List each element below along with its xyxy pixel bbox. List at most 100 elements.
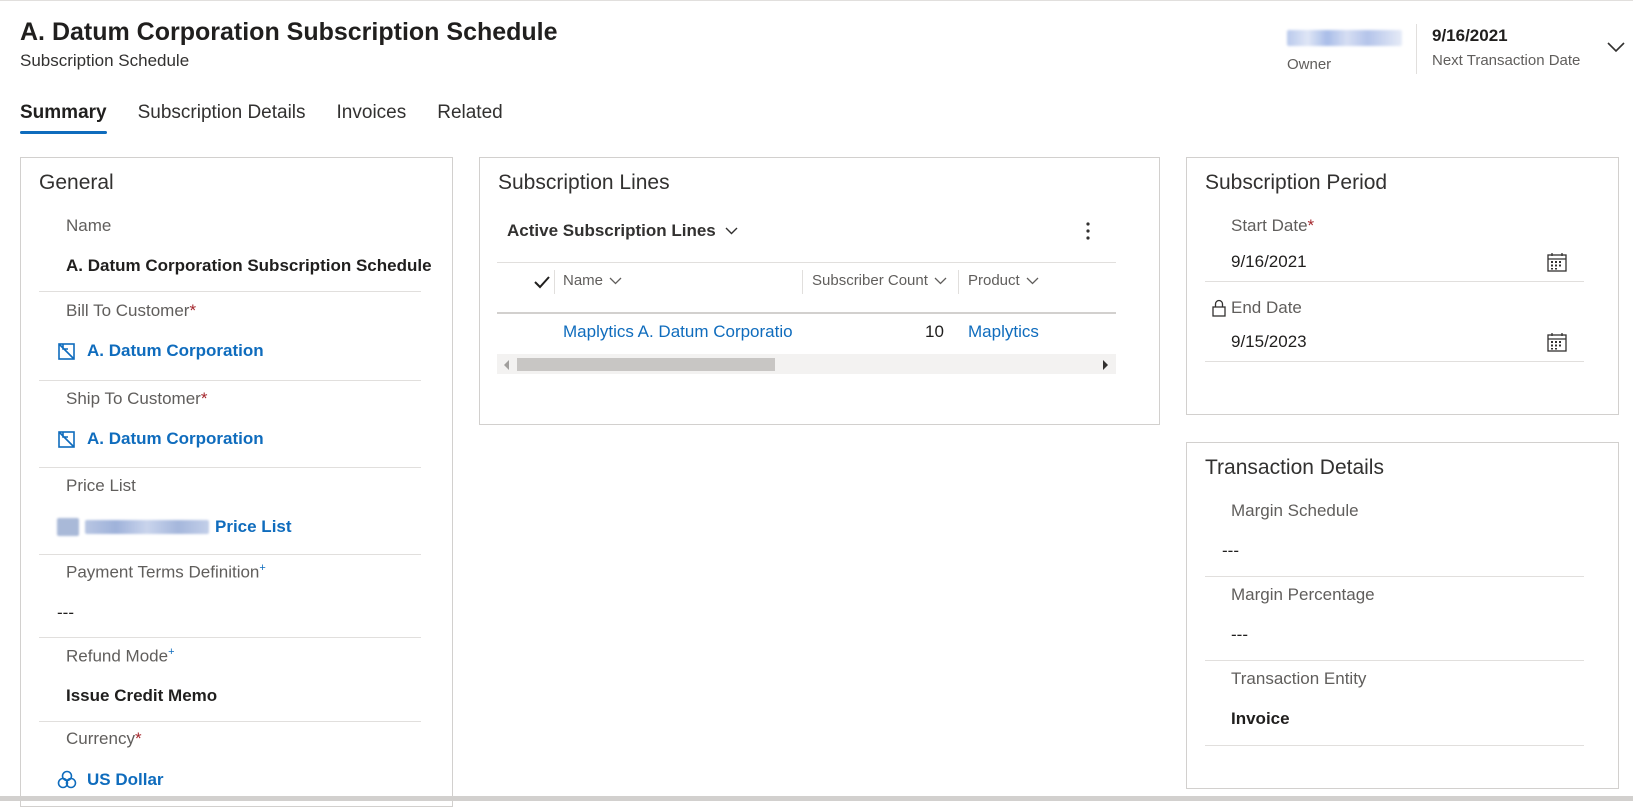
recommended-marker: + (168, 646, 175, 658)
recommended-marker: + (259, 562, 266, 574)
subscription-period-title: Subscription Period (1205, 171, 1388, 194)
field-divider (39, 721, 421, 722)
header-divider (1416, 24, 1417, 74)
subscription-lines-title: Subscription Lines (498, 171, 670, 194)
row-product-link[interactable]: Maplytics (968, 322, 1039, 342)
record-entity-name: Subscription Schedule (20, 51, 190, 70)
end-date-value: 9/15/2023 (1231, 332, 1307, 351)
calendar-icon[interactable] (1546, 331, 1568, 358)
next-transaction-date-value: 9/16/2021 (1432, 26, 1508, 45)
row-subscriber-count: 10 (925, 322, 944, 341)
payment-terms-label: Payment Terms Definition+ (66, 562, 266, 582)
chevron-down-icon (725, 227, 738, 235)
column-separator (802, 270, 803, 294)
subscription-period-section: Subscription Period Start Date * 9/16/202… (1186, 157, 1619, 415)
end-date-input[interactable]: 9/15/2023 (1205, 326, 1584, 362)
required-marker: * (200, 389, 208, 408)
window-top-border (0, 0, 1633, 2)
calendar-icon[interactable] (1546, 251, 1568, 278)
end-date-label: End Date (1211, 298, 1302, 318)
bill-to-customer-value: A. Datum Corporation (87, 341, 264, 360)
price-list-name-blurred (85, 520, 209, 534)
margin-schedule-label: Margin Schedule (1231, 501, 1359, 520)
chevron-down-icon (934, 277, 947, 284)
payment-terms-value[interactable]: --- (57, 603, 74, 623)
column-separator (554, 270, 555, 294)
chevron-down-icon (609, 277, 622, 284)
required-marker: * (1307, 216, 1315, 235)
start-date-value: 9/16/2021 (1231, 252, 1307, 271)
chevron-down-icon (1026, 277, 1039, 284)
required-marker: * (189, 301, 197, 320)
ship-to-customer-label: Ship To Customer* (66, 389, 208, 408)
field-divider (1205, 745, 1584, 746)
account-icon (57, 429, 77, 449)
tab-subscription-details[interactable]: Subscription Details (138, 102, 306, 132)
field-divider (39, 291, 421, 292)
column-header-subscriber-count[interactable]: Subscriber Count (812, 272, 947, 289)
owner-name-blurred[interactable] (1287, 30, 1402, 46)
tab-summary[interactable]: Summary (20, 102, 107, 134)
select-all-checkmark-icon[interactable] (533, 274, 551, 295)
transaction-entity-value[interactable]: Invoice (1231, 709, 1290, 729)
field-divider (1205, 660, 1584, 661)
grid-header-border (497, 312, 1116, 314)
owner-field: Owner (1287, 26, 1402, 73)
currency-label: Currency* (66, 729, 142, 748)
required-marker: * (134, 729, 142, 748)
price-list-icon (57, 518, 79, 536)
owner-label: Owner (1287, 56, 1332, 73)
field-divider (39, 467, 421, 468)
refund-mode-value[interactable]: Issue Credit Memo (66, 686, 217, 706)
field-divider (39, 554, 421, 555)
scrollbar-thumb[interactable] (517, 358, 775, 371)
margin-percentage-value[interactable]: --- (1231, 625, 1248, 645)
ship-to-customer-value: A. Datum Corporation (87, 429, 264, 448)
bill-to-customer-label: Bill To Customer* (66, 301, 197, 320)
form-tabs: Summary Subscription Details Invoices Re… (20, 102, 534, 134)
transaction-entity-label: Transaction Entity (1231, 669, 1367, 688)
horizontal-scrollbar[interactable] (497, 354, 1116, 374)
view-selector-label: Active Subscription Lines (507, 221, 716, 240)
record-title: A. Datum Corporation Subscription Schedu… (20, 18, 558, 46)
column-separator (958, 270, 959, 294)
field-divider (39, 637, 421, 638)
currency-value: US Dollar (87, 770, 164, 789)
currency-icon (57, 770, 77, 790)
scroll-right-arrow-icon[interactable] (1103, 360, 1108, 370)
transaction-details-title: Transaction Details (1205, 456, 1384, 479)
tab-invoices[interactable]: Invoices (337, 102, 407, 132)
price-list-label: Price List (66, 476, 136, 495)
field-divider (39, 380, 421, 381)
next-transaction-date-field: 9/16/2021 Next Transaction Date (1432, 26, 1580, 69)
general-section: General Name A. Datum Corporation Subscr… (20, 157, 453, 807)
more-commands-icon[interactable] (1078, 220, 1098, 247)
name-value[interactable]: A. Datum Corporation Subscription Schedu… (66, 256, 432, 276)
margin-schedule-value[interactable]: --- (1222, 541, 1239, 561)
subscription-lines-section: Subscription Lines Active Subscription L… (479, 157, 1160, 425)
scroll-left-arrow-icon[interactable] (504, 360, 509, 370)
view-selector[interactable]: Active Subscription Lines (507, 221, 738, 241)
price-list-value: Price List (215, 517, 292, 536)
page-horizontal-scrollbar[interactable] (0, 796, 1633, 801)
grid-top-border (497, 262, 1116, 263)
transaction-details-section: Transaction Details Margin Schedule --- … (1186, 442, 1619, 789)
row-name-link[interactable]: Maplytics A. Datum Corporatio (563, 322, 793, 342)
start-date-label: Start Date * (1231, 216, 1315, 235)
tab-related[interactable]: Related (437, 102, 503, 132)
column-header-product[interactable]: Product (968, 272, 1039, 289)
bill-to-customer-link[interactable]: A. Datum Corporation (57, 341, 264, 361)
start-date-input[interactable]: 9/16/2021 (1205, 246, 1584, 282)
ship-to-customer-link[interactable]: A. Datum Corporation (57, 429, 264, 449)
field-divider (1205, 576, 1584, 577)
lock-icon (1212, 299, 1226, 317)
price-list-link[interactable]: Price List (57, 517, 292, 537)
account-icon (57, 341, 77, 361)
expand-header-chevron-down-icon[interactable] (1606, 40, 1626, 58)
currency-link[interactable]: US Dollar (57, 770, 164, 790)
margin-percentage-label: Margin Percentage (1231, 585, 1375, 604)
next-transaction-date-label: Next Transaction Date (1432, 52, 1581, 69)
refund-mode-label: Refund Mode+ (66, 646, 175, 666)
column-header-name[interactable]: Name (563, 272, 622, 289)
name-label: Name (66, 216, 112, 235)
